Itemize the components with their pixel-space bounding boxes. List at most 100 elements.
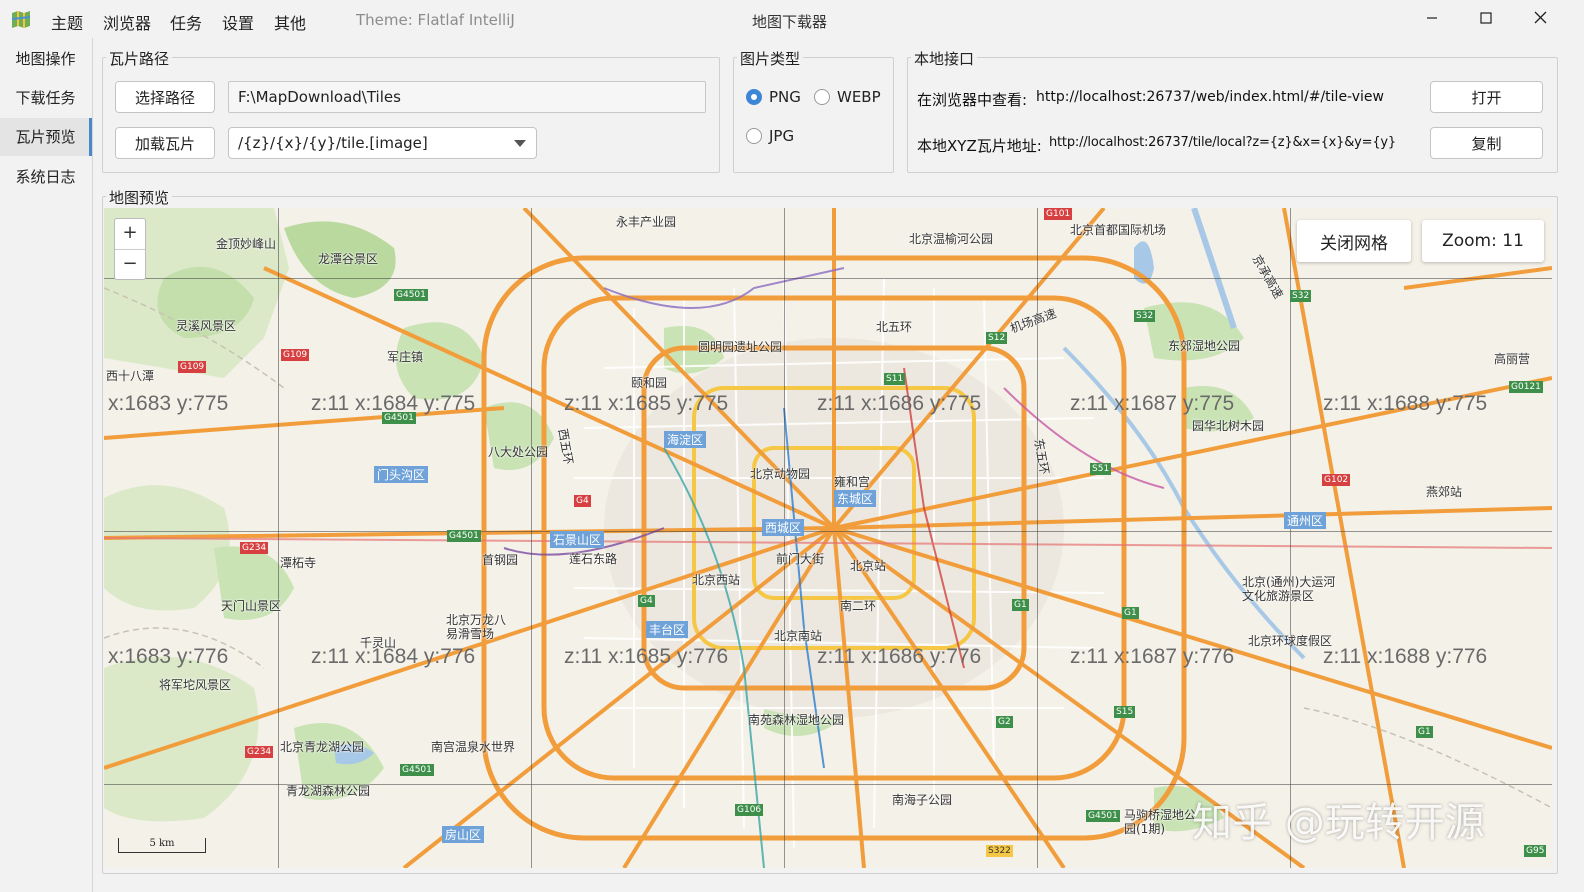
map-place-label: 灵溪风景区 — [176, 319, 237, 333]
sidebar-item-tile-preview[interactable]: 瓦片预览 — [0, 118, 92, 156]
theme-label: Theme: Flatlaf IntelliJ — [356, 11, 515, 29]
tile-coordinate-label: z:11 x:1684 y:776 — [311, 645, 476, 668]
copy-button[interactable]: 复制 — [1430, 127, 1543, 159]
tile-coordinate-label: z:11 x:1684 y:775 — [311, 392, 476, 415]
map-place-label: 北五环 — [876, 320, 913, 334]
map-place-label: 北京(通州)大运河文化旅游景区 — [1242, 575, 1336, 603]
tile-pattern-select[interactable]: /{z}/{x}/{y}/tile.[image] — [228, 127, 537, 159]
map-place-label: 首钢园 — [482, 553, 519, 567]
map-place-label: 金顶妙峰山 — [216, 237, 277, 251]
tile-grid-line — [1290, 208, 1291, 868]
road-shield: S51 — [1090, 463, 1112, 475]
tile-grid-line — [104, 278, 1552, 279]
map-place-label: 高丽营 — [1494, 352, 1531, 366]
zoom-in-button[interactable]: + — [115, 219, 145, 250]
radio-unselected-icon — [814, 89, 830, 105]
radio-webp[interactable]: WEBP — [814, 88, 881, 106]
map-district-label: 西城区 — [762, 519, 805, 536]
map-place-label: 圆明园遗址公园 — [698, 340, 783, 354]
tile-coordinate-label: z:11 x:1688 y:775 — [1323, 392, 1488, 415]
map-place-label: 将军坨风景区 — [159, 678, 232, 692]
open-button[interactable]: 打开 — [1430, 81, 1543, 113]
map-place-label: 北京南站 — [774, 629, 823, 643]
menu-task[interactable]: 任务 — [170, 10, 202, 34]
menu-settings[interactable]: 设置 — [222, 10, 254, 34]
sidebar-item-download-tasks[interactable]: 下载任务 — [0, 79, 91, 117]
map-place-label: 北京万龙八易滑雪场 — [446, 613, 507, 641]
road-shield: G4 — [638, 595, 655, 607]
map-place-label: 莲石东路 — [569, 552, 618, 566]
menu-theme[interactable]: 主题 — [51, 10, 83, 34]
select-path-button[interactable]: 选择路径 — [115, 81, 215, 113]
zoom-out-button[interactable]: − — [115, 250, 145, 280]
minimize-button[interactable] — [1412, 4, 1452, 34]
load-tiles-button[interactable]: 加载瓦片 — [115, 127, 215, 159]
zoom-level-display: Zoom: 11 — [1422, 220, 1544, 262]
map-place-label: 北京首都国际机场 — [1070, 223, 1167, 237]
tile-coordinate-label: x:1683 y:776 — [108, 645, 229, 668]
road-shield: G101 — [1044, 208, 1073, 220]
minimize-icon — [1426, 10, 1438, 28]
tile-grid-line — [531, 208, 532, 868]
image-type-group-title: 图片类型 — [737, 48, 804, 69]
sidebar-item-system-log[interactable]: 系统日志 — [0, 158, 91, 196]
tile-path-field[interactable]: F:\MapDownload\Tiles — [228, 81, 706, 113]
road-shield: G102 — [1322, 474, 1351, 486]
maximize-button[interactable] — [1466, 4, 1506, 34]
sidebar-item-map-operations[interactable]: 地图操作 — [0, 40, 91, 78]
road-shield: G4501 — [394, 289, 428, 301]
radio-jpg-label: JPG — [769, 127, 795, 145]
tile-pattern-value: /{z}/{x}/{y}/tile.[image] — [238, 134, 428, 152]
road-shield: G0121 — [1509, 381, 1543, 393]
map-app-icon — [11, 9, 31, 29]
map-place-label: 颐和园 — [631, 376, 668, 390]
tile-grid-line — [104, 531, 1552, 532]
tile-coordinate-label: z:11 x:1686 y:776 — [817, 645, 982, 668]
tile-grid-line — [784, 208, 785, 868]
radio-png-label: PNG — [769, 88, 801, 106]
maximize-icon — [1480, 10, 1492, 28]
map-canvas[interactable]: 金顶妙峰山 龙潭谷景区 永丰产业园 北京温榆河公园 北京首都国际机场 灵溪风景区… — [104, 208, 1552, 868]
map-place-label: 八大处公园 — [488, 445, 549, 459]
map-place-label: 南宫温泉水世界 — [431, 740, 516, 754]
tile-coordinate-label: z:11 x:1688 y:776 — [1323, 645, 1488, 668]
browser-view-url: http://localhost:26737/web/index.html/#/… — [1036, 89, 1384, 105]
xyz-url: http://localhost:26737/tile/local?z={z}&… — [1049, 135, 1396, 150]
menu-browser[interactable]: 浏览器 — [103, 10, 151, 34]
tile-coordinate-label: z:11 x:1686 y:775 — [817, 392, 982, 415]
radio-png[interactable]: PNG — [746, 88, 801, 106]
tile-path-group-title: 瓦片路径 — [106, 48, 173, 69]
close-button[interactable] — [1520, 4, 1560, 34]
map-district-label: 房山区 — [442, 826, 485, 843]
map-place-label: 龙潭谷景区 — [318, 252, 379, 266]
road-shield: G1 — [1012, 599, 1029, 611]
zoom-control: + − — [114, 218, 146, 280]
map-place-label: 前门大街 — [776, 552, 825, 566]
road-shield: G1 — [1416, 726, 1433, 738]
radio-jpg[interactable]: JPG — [746, 127, 794, 145]
map-district-label: 东城区 — [834, 490, 877, 507]
map-place-label: 北京站 — [850, 559, 887, 573]
map-place-label: 燕郊站 — [1426, 485, 1463, 499]
road-shield: G4 — [574, 495, 591, 507]
image-type-group — [733, 57, 894, 173]
toggle-grid-button[interactable]: 关闭网格 — [1297, 220, 1411, 262]
chevron-down-icon — [514, 140, 526, 147]
road-shield: S11 — [884, 373, 906, 385]
road-shield: S322 — [986, 845, 1013, 857]
map-place-label: 南海子公园 — [892, 793, 953, 807]
map-base-layer — [104, 208, 1552, 868]
road-shield: G109 — [178, 361, 207, 373]
map-district-label: 门头沟区 — [374, 466, 429, 483]
map-place-label: 军庄镇 — [387, 350, 424, 364]
road-shield: S32 — [1290, 290, 1312, 302]
map-preview-group-title: 地图预览 — [106, 187, 173, 208]
road-shield: S15 — [1114, 706, 1136, 718]
local-api-group-title: 本地接口 — [911, 48, 978, 69]
map-place-label: 潭柘寺 — [280, 556, 317, 570]
map-place-label: 南苑森林湿地公园 — [748, 713, 845, 727]
tile-grid-line — [278, 208, 279, 868]
menu-other[interactable]: 其他 — [274, 10, 306, 34]
map-district-label: 丰台区 — [646, 621, 689, 638]
watermark: 知乎 @玩转开源 — [1192, 800, 1485, 846]
